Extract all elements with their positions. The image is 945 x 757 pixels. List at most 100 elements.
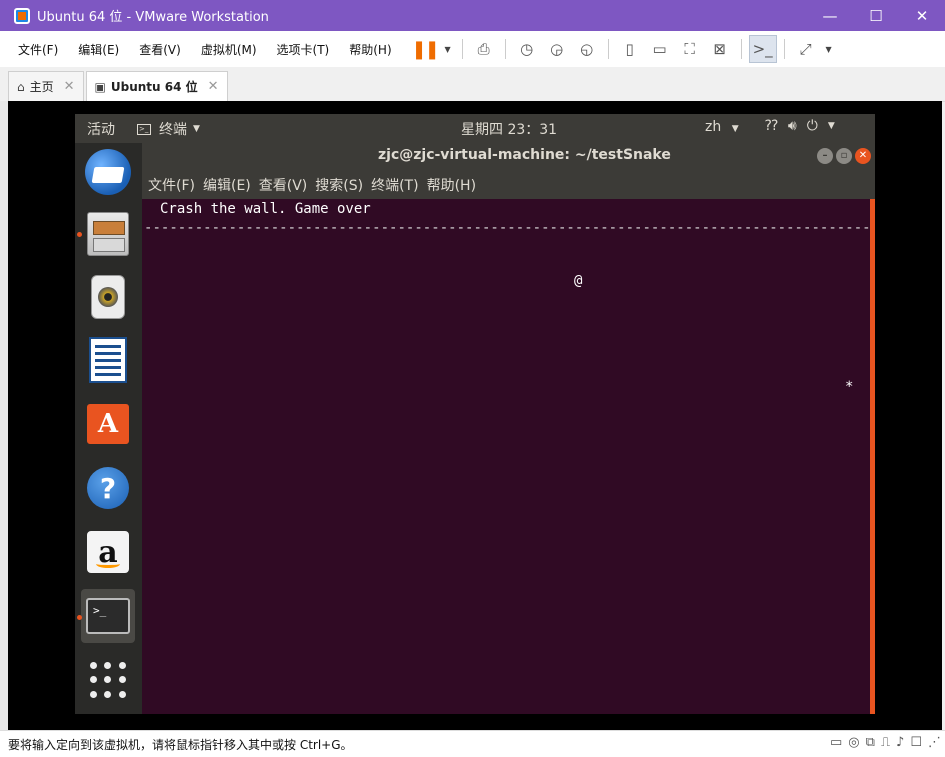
- toolbar-separator: [504, 39, 506, 59]
- stretch-guest-icon[interactable]: ⤢: [792, 35, 820, 63]
- snake-food: *: [845, 379, 854, 395]
- window-title: Ubuntu 64 位 - VMware Workstation: [37, 10, 269, 25]
- terminal-window-controls: – ▫ ✕: [817, 148, 871, 164]
- tab-home-close-icon[interactable]: ✕: [64, 79, 75, 94]
- toolbar-separator: [740, 39, 742, 59]
- input-method[interactable]: zh ▼: [705, 119, 739, 135]
- ubuntu-desktop[interactable]: 活动 >_ 终端 ▼ 星期四 23：31 zh ▼ ⁇ 🔊︎ ⏻ ▼ A ? a…: [75, 114, 875, 714]
- terminal-menu-view[interactable]: 查看(V): [259, 175, 308, 195]
- send-ctrl-alt-del-icon[interactable]: ⎙: [470, 35, 498, 63]
- help-icon[interactable]: ?: [81, 461, 135, 515]
- terminal-menu-terminal[interactable]: 终端(T): [371, 175, 418, 195]
- resize-grip-icon: ⋰: [928, 735, 941, 750]
- thumbnail-bar-icon[interactable]: ▭: [646, 35, 674, 63]
- sound-card-icon[interactable]: ♪: [896, 735, 904, 750]
- terminal-titlebar[interactable]: zjc@zjc-virtual-machine: ~/testSnake – ▫…: [142, 143, 875, 170]
- unity-icon[interactable]: ⊠: [706, 35, 734, 63]
- usb-icon[interactable]: ⎍: [881, 735, 890, 750]
- terminal-window[interactable]: zjc@zjc-virtual-machine: ~/testSnake – ▫…: [142, 143, 875, 714]
- home-icon: ⌂: [17, 79, 25, 94]
- snapshot-icon[interactable]: ◷: [513, 35, 541, 63]
- terminal-title: zjc@zjc-virtual-machine: ~/testSnake: [378, 147, 671, 163]
- network-adapter-icon[interactable]: ⧉: [866, 735, 875, 750]
- terminal-output[interactable]: Crash the wall. Game over --------------…: [142, 199, 875, 714]
- vm-icon: ▣: [94, 79, 106, 94]
- software-icon[interactable]: A: [81, 397, 135, 451]
- chevron-down-icon: ▼: [193, 124, 200, 134]
- power-icon: ⏻: [806, 118, 818, 134]
- files-icon[interactable]: [81, 207, 135, 261]
- tab-home-label: 主页: [29, 80, 54, 94]
- network-icon: ⁇: [765, 118, 778, 134]
- toolbar: ❚❚ ▼ ⎙ ◷ ◶ ◵ ▯ ▭ ⛶ ⊠ >_ ⤢ ▼: [410, 35, 837, 63]
- status-bar: 要将输入定向到该虚拟机，请将鼠标指针移入其中或按 Ctrl+G。 ▭ ◎ ⧉ ⎍…: [0, 730, 945, 757]
- hard-disk-icon[interactable]: ▭: [830, 735, 842, 750]
- console-view-icon[interactable]: >_: [748, 35, 777, 63]
- menu-view[interactable]: 查看(V): [133, 41, 187, 58]
- running-indicator: [77, 615, 82, 620]
- window-controls: — ☐ ✕: [807, 0, 945, 31]
- power-dropdown-icon[interactable]: ▼: [441, 35, 455, 63]
- message-log-icon[interactable]: ☐: [910, 735, 922, 750]
- menubar: 文件(F) 编辑(E) 查看(V) 虚拟机(M) 选项卡(T) 帮助(H) ❚❚…: [0, 31, 945, 67]
- cd-drive-icon[interactable]: ◎: [848, 735, 859, 750]
- window-titlebar: Ubuntu 64 位 - VMware Workstation — ☐ ✕: [0, 0, 945, 31]
- maximize-button[interactable]: ☐: [853, 0, 899, 31]
- app-menu[interactable]: >_ 终端 ▼: [137, 119, 200, 139]
- close-icon[interactable]: ✕: [855, 148, 871, 164]
- terminal-scrollbar[interactable]: [870, 199, 875, 714]
- vmware-logo-icon: [14, 7, 30, 24]
- minimize-icon[interactable]: –: [817, 148, 833, 164]
- fullscreen-icon[interactable]: ⛶: [676, 35, 704, 63]
- show-apps-icon[interactable]: [81, 653, 135, 707]
- terminal-menubar: 文件(F) 编辑(E) 查看(V) 搜索(S) 终端(T) 帮助(H): [142, 170, 875, 199]
- menu-help[interactable]: 帮助(H): [343, 41, 397, 58]
- terminal-icon[interactable]: >_: [81, 589, 135, 643]
- minimize-button[interactable]: —: [807, 0, 853, 31]
- snapshot-manager-icon[interactable]: ◵: [573, 35, 601, 63]
- pause-icon[interactable]: ❚❚: [411, 35, 440, 63]
- ubuntu-dock: A ? a >_: [75, 143, 142, 714]
- game-over-message: Crash the wall. Game over: [160, 201, 371, 217]
- menu-tabs[interactable]: 选项卡(T): [271, 41, 336, 58]
- tab-ubuntu-label: Ubuntu 64 位: [110, 80, 198, 94]
- tab-bar: ⌂ 主页 ✕ ▣ Ubuntu 64 位 ✕: [8, 67, 945, 102]
- amazon-icon[interactable]: a: [81, 525, 135, 579]
- writer-icon[interactable]: [81, 333, 135, 387]
- snake-head: @: [574, 273, 583, 289]
- tab-home[interactable]: ⌂ 主页 ✕: [8, 71, 84, 101]
- terminal-menu-search[interactable]: 搜索(S): [315, 175, 363, 195]
- tab-ubuntu-close-icon[interactable]: ✕: [208, 79, 219, 94]
- menu-edit[interactable]: 编辑(E): [72, 41, 125, 58]
- terminal-menu-edit[interactable]: 编辑(E): [203, 175, 251, 195]
- background-strip: [0, 101, 8, 730]
- app-menu-label: 终端: [159, 122, 187, 138]
- terminal-menu-help[interactable]: 帮助(H): [427, 175, 476, 195]
- chevron-down-icon: ▼: [731, 124, 739, 134]
- menu-vm[interactable]: 虚拟机(M): [195, 41, 263, 58]
- chevron-down-icon: ▼: [827, 121, 835, 131]
- terminal-menu-file[interactable]: 文件(F): [148, 175, 195, 195]
- sidebar-toggle-icon[interactable]: ▯: [616, 35, 644, 63]
- menu-file[interactable]: 文件(F): [12, 41, 64, 58]
- close-button[interactable]: ✕: [899, 0, 945, 31]
- tab-ubuntu[interactable]: ▣ Ubuntu 64 位 ✕: [85, 71, 228, 101]
- system-menu[interactable]: ⁇ 🔊︎ ⏻ ▼: [765, 118, 835, 134]
- status-message: 要将输入定向到该虚拟机，请将鼠标指针移入其中或按 Ctrl+G。: [8, 737, 353, 752]
- rhythmbox-icon[interactable]: [81, 270, 135, 324]
- stretch-dropdown-icon[interactable]: ▼: [822, 35, 836, 63]
- input-method-label: zh: [705, 119, 722, 135]
- toolbar-separator: [461, 39, 463, 59]
- game-border-line: ----------------------------------------…: [144, 220, 875, 236]
- volume-icon: 🔊︎: [787, 118, 797, 134]
- device-icons: ▭ ◎ ⧉ ⎍ ♪ ☐ ⋰: [830, 735, 941, 750]
- terminal-small-icon: >_: [137, 123, 151, 135]
- clock[interactable]: 星期四 23：31: [461, 119, 557, 139]
- revert-snapshot-icon[interactable]: ◶: [543, 35, 571, 63]
- gnome-top-bar: 活动 >_ 终端 ▼ 星期四 23：31 zh ▼ ⁇ 🔊︎ ⏻ ▼: [75, 114, 875, 143]
- activities-button[interactable]: 活动: [87, 119, 115, 139]
- running-indicator: [77, 232, 82, 237]
- thunderbird-icon[interactable]: [81, 145, 135, 199]
- maximize-icon[interactable]: ▫: [836, 148, 852, 164]
- toolbar-separator: [783, 39, 785, 59]
